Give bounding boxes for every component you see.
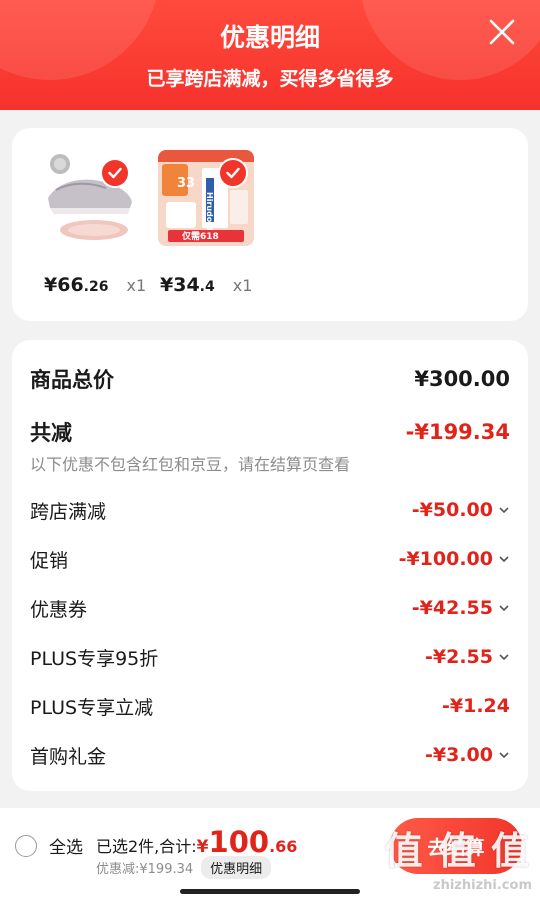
discount-row-cross-store[interactable]: 跨店满减 -¥50.00: [30, 495, 510, 525]
discount-value: -¥3.00: [425, 744, 510, 766]
product-price-row: ¥66.26 x1: [44, 274, 146, 296]
chevron-down-icon: [499, 654, 509, 661]
watermark-logo: 值 值 值: [384, 829, 530, 873]
order-total: 已选2件,合计: ¥ 100 .66: [96, 825, 297, 859]
discount-row-first-purchase[interactable]: 首购礼金 -¥3.00: [30, 740, 510, 770]
product-price-row: ¥34.4 x1: [160, 274, 252, 296]
discount-note: 以下优惠不包含红包和京豆，请在结算页查看: [30, 455, 351, 474]
discount-row-plus-instant: PLUS专享立减 -¥1.24: [30, 691, 510, 721]
discount-label: 首购礼金: [30, 745, 107, 768]
discount-row-promotion[interactable]: 促销 -¥100.00: [30, 544, 510, 574]
discount-row-coupon[interactable]: 优惠券 -¥42.55: [30, 593, 510, 623]
discount-row-plus-95[interactable]: PLUS专享95折 -¥2.55: [30, 642, 510, 672]
total-amount-integer: 100: [208, 825, 270, 859]
badge-label: 仅需618: [182, 232, 219, 242]
selected-count-text: 已选2件,合计:: [96, 837, 197, 856]
discount-label: 优惠券: [30, 598, 88, 621]
select-all-radio[interactable]: [15, 834, 37, 857]
discount-label: PLUS专享95折: [30, 647, 159, 670]
header: 优惠明细 已享跨店满减，买得多省得多: [0, 0, 540, 110]
product-item[interactable]: 33 Hirudoid 仅需618 ¥34.4 x1: [158, 150, 254, 296]
total-reduction-label: 共减: [30, 421, 72, 445]
selected-check-icon: [100, 158, 130, 188]
select-all-label: 全选: [49, 838, 83, 858]
total-currency: ¥: [196, 837, 209, 857]
home-indicator: [180, 889, 360, 894]
close-icon: [489, 19, 515, 45]
select-all-toggle[interactable]: 全选: [15, 833, 83, 858]
chevron-down-icon: [499, 752, 509, 759]
total-price-label: 商品总价: [30, 368, 114, 392]
savings-line: 优惠减:¥199.34 优惠明细: [96, 856, 272, 879]
close-button[interactable]: [488, 18, 516, 46]
product-brand: Hirudoid: [205, 192, 214, 231]
product-thumbnail[interactable]: [40, 150, 136, 246]
discount-label: 促销: [30, 549, 69, 572]
product-price: ¥34.4: [160, 274, 215, 296]
discount-value: -¥2.55: [425, 646, 510, 668]
total-price-value: ¥300.00: [414, 367, 510, 391]
savings-text: 优惠减:¥199.34: [96, 862, 194, 877]
selected-check-icon: [218, 158, 248, 188]
product-item[interactable]: ¥66.26 x1: [40, 150, 146, 296]
total-reduction-row: 共减 -¥199.34: [30, 417, 510, 447]
total-amount-decimal: .66: [269, 837, 298, 856]
discount-label: PLUS专享立减: [30, 696, 154, 719]
product-price: ¥66.26: [44, 274, 109, 296]
discount-value: -¥100.00: [399, 548, 510, 570]
total-price-row: 商品总价 ¥300.00: [30, 364, 510, 394]
page-subtitle: 已享跨店满减，买得多省得多: [146, 68, 394, 90]
chevron-down-icon: [499, 605, 509, 612]
watermark-url: zhizhizhi.com: [433, 878, 532, 893]
chevron-down-icon: [499, 556, 509, 563]
discount-value: -¥1.24: [442, 695, 510, 717]
discount-value: -¥50.00: [412, 499, 510, 521]
product-quantity: x1: [232, 276, 253, 295]
badge-price: 33: [177, 176, 196, 191]
discount-detail-button[interactable]: 优惠明细: [201, 856, 272, 879]
chevron-down-icon: [499, 507, 509, 514]
products-card: ¥66.26 x1 33 Hirudoid 仅需618 ¥34.4 x1: [12, 128, 528, 321]
discount-detail-card: 商品总价 ¥300.00 共减 -¥199.34 以下优惠不包含红包和京豆，请在…: [12, 340, 528, 791]
discount-value: -¥42.55: [412, 597, 510, 619]
discount-label: 跨店满减: [30, 500, 107, 523]
page-title: 优惠明细: [219, 23, 320, 52]
product-quantity: x1: [126, 276, 147, 295]
total-reduction-value: -¥199.34: [405, 420, 510, 444]
product-thumbnail[interactable]: 33 Hirudoid 仅需618: [158, 150, 254, 246]
